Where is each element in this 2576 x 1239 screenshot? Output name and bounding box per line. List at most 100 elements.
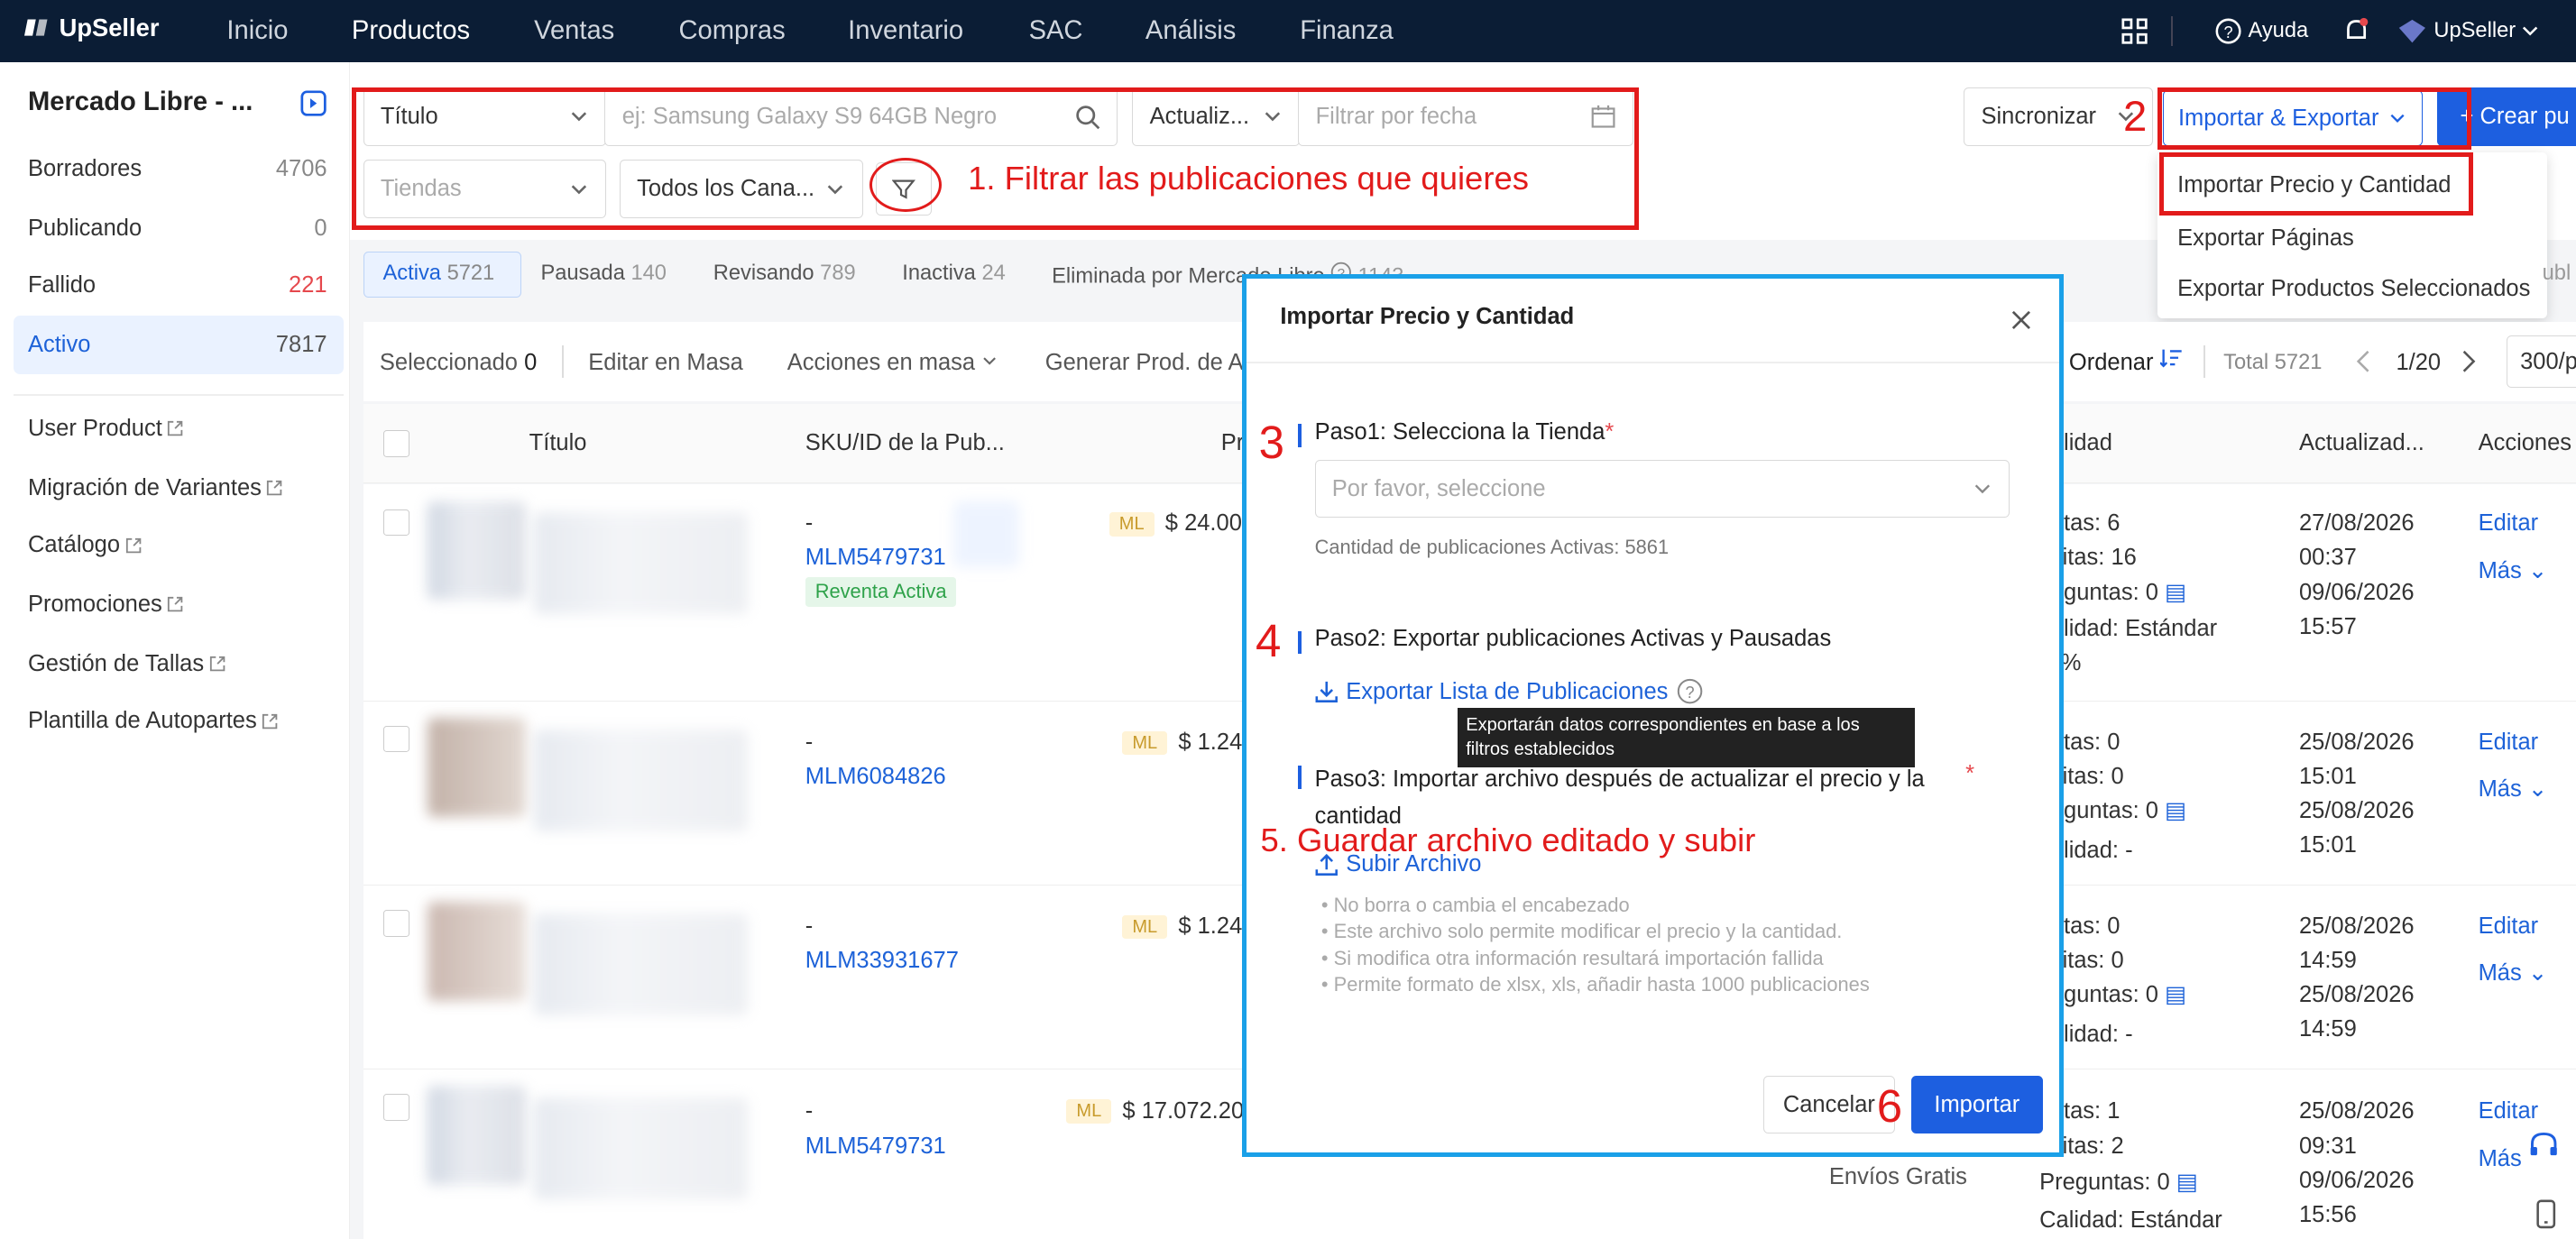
sidebar-link-user-product[interactable]: User Product — [28, 416, 183, 442]
more-actions-dropdown[interactable]: Más ⌄ — [2479, 554, 2548, 588]
sidebar-link-promociones[interactable]: Promociones — [28, 592, 184, 618]
product-thumbnail — [427, 1086, 527, 1185]
row-checkbox[interactable] — [382, 910, 409, 937]
nav-sac[interactable]: SAC — [1029, 16, 1083, 46]
edit-link[interactable]: Editar — [2479, 1094, 2539, 1128]
apps-grid-icon[interactable] — [2121, 18, 2148, 44]
generate-products-button[interactable]: Generar Prod. de A — [1045, 345, 1244, 380]
more-actions-dropdown[interactable]: Más — [2479, 1142, 2522, 1176]
sidebar-item-borradores[interactable]: Borradores 4706 — [28, 156, 327, 182]
updated-date: 27/08/2026 — [2298, 510, 2415, 537]
sidebar-item-fallido[interactable]: Fallido 221 — [28, 272, 327, 298]
menu-item-export-pages[interactable]: Exportar Páginas — [2177, 225, 2354, 252]
sidebar-link-tallas[interactable]: Gestión de Tallas — [28, 651, 225, 677]
nav-finanza[interactable]: Finanza — [1300, 16, 1394, 46]
price-value: $ 1.24 — [1178, 729, 1243, 755]
tab-label: Pausada — [540, 261, 625, 285]
prev-page-icon[interactable] — [2355, 350, 2371, 373]
nav-inicio[interactable]: Inicio — [226, 16, 288, 46]
headset-support-icon[interactable] — [2527, 1129, 2560, 1161]
shipping-label: Envíos Gratis — [1828, 1164, 1967, 1190]
nav-compras[interactable]: Compras — [678, 16, 785, 46]
updated-date: 25/08/2026 — [2298, 913, 2415, 939]
tab-label: Revisando — [713, 261, 814, 285]
sort-button[interactable]: Ordenar — [2069, 345, 2183, 380]
nav-productos[interactable]: Productos — [352, 16, 470, 46]
chevron-down-icon — [983, 357, 997, 366]
sidebar-link-label: User Product — [27, 415, 162, 441]
external-link-icon — [267, 480, 282, 496]
sidebar-title: Mercado Libre - ... — [27, 87, 253, 116]
quality-questions: Preguntas: 0 ▤ — [2039, 1165, 2198, 1199]
tab-pausada[interactable]: Pausada 140 — [540, 262, 667, 286]
user-menu[interactable]: UpSeller — [2397, 18, 2538, 44]
select-all-checkbox[interactable] — [382, 430, 409, 457]
sidebar-link-label: Plantilla de Autopartes — [27, 708, 257, 734]
more-actions-dropdown[interactable]: Más ⌄ — [2479, 956, 2548, 990]
upseller-logo-icon — [24, 19, 48, 36]
sidebar-link-catalogo[interactable]: Catálogo — [28, 532, 142, 558]
created-date: 09/06/2026 — [2298, 579, 2415, 605]
external-link-icon — [168, 597, 183, 612]
document-icon[interactable]: ▤ — [2165, 580, 2186, 605]
product-thumbnail — [427, 500, 527, 601]
collapse-sidebar-icon[interactable] — [300, 90, 327, 116]
edit-link[interactable]: Editar — [2479, 909, 2539, 943]
edit-link[interactable]: Editar — [2479, 506, 2539, 540]
edit-link[interactable]: Editar — [2479, 725, 2539, 759]
nav-ventas[interactable]: Ventas — [534, 16, 614, 46]
document-icon[interactable]: ▤ — [2165, 982, 2186, 1007]
sidebar-link-migracion[interactable]: Migración de Variantes — [28, 475, 283, 501]
selected-label: Seleccionado — [379, 349, 518, 375]
user-name: UpSeller — [2433, 19, 2516, 43]
sku-value: - — [805, 913, 814, 939]
tab-inactiva[interactable]: Inactiva 24 — [902, 262, 1006, 286]
more-actions-dropdown[interactable]: Más ⌄ — [2479, 772, 2548, 806]
listing-id-link[interactable]: MLM33931677 — [805, 943, 959, 977]
document-icon[interactable]: ▤ — [2165, 798, 2186, 823]
bulk-edit-button[interactable]: Editar en Masa — [588, 345, 743, 380]
quality-level: alidad: Estándar — [2050, 615, 2218, 641]
listing-id-link[interactable]: MLM5479731 — [805, 540, 946, 574]
page-size-select[interactable]: 300/p — [2506, 335, 2576, 388]
sidebar-item-publicando[interactable]: Publicando 0 — [28, 216, 327, 242]
sidebar-item-label: Publicando — [27, 215, 143, 241]
row-checkbox[interactable] — [382, 509, 409, 536]
tab-activa[interactable]: Activa 5721 — [383, 262, 495, 286]
tab-count: 24 — [981, 261, 1006, 285]
external-link-icon — [168, 421, 183, 436]
annotation-step-5: 5. Guardar archivo editado y subir — [1260, 821, 1756, 858]
sidebar-item-count: 4706 — [275, 156, 327, 182]
nav-inventario[interactable]: Inventario — [848, 16, 963, 46]
sidebar-item-label: Activo — [27, 332, 91, 358]
annotation-import-export-box — [2157, 87, 2472, 150]
quality-questions: eguntas: 0 ▤ — [2051, 794, 2186, 828]
external-link-icon — [125, 537, 141, 554]
app-root: UpSeller Inicio Productos Ventas Compras… — [0, 0, 2576, 1239]
sync-label: Sincronizar — [1981, 103, 2097, 129]
created-time: 14:59 — [2298, 1016, 2357, 1042]
listing-id-link[interactable]: MLM5479731 — [805, 1129, 946, 1163]
brand-logo[interactable]: UpSeller — [24, 14, 159, 42]
bulk-actions-dropdown[interactable]: Acciones en masa — [787, 345, 998, 380]
mobile-phone-icon[interactable] — [2535, 1199, 2558, 1229]
id-blur — [952, 500, 1019, 567]
col-header-actions: Acciones — [2478, 430, 2572, 456]
sidebar-item-activo[interactable]: Activo 7817 — [28, 332, 327, 358]
tab-revisando[interactable]: Revisando 789 — [713, 262, 856, 286]
total-count: Total 5721 — [2223, 350, 2323, 374]
sidebar-link-autopartes[interactable]: Plantilla de Autopartes — [28, 708, 278, 734]
help-circle-icon: ? — [2215, 18, 2241, 44]
listing-id-link[interactable]: MLM6084826 — [805, 759, 946, 794]
row-checkbox[interactable] — [382, 726, 409, 753]
menu-item-export-selected[interactable]: Exportar Productos Seleccionados — [2177, 276, 2530, 302]
help-button[interactable]: ? Ayuda — [2215, 18, 2308, 44]
next-page-icon[interactable] — [2461, 350, 2477, 373]
nav-analisis[interactable]: Análisis — [1145, 16, 1236, 46]
updated-date: 25/08/2026 — [2298, 729, 2415, 755]
more-label: Más — [2478, 776, 2522, 803]
row-checkbox[interactable] — [382, 1094, 409, 1121]
bell-icon[interactable] — [2343, 16, 2369, 46]
divider — [2203, 344, 2206, 379]
document-icon[interactable]: ▤ — [2176, 1170, 2198, 1195]
